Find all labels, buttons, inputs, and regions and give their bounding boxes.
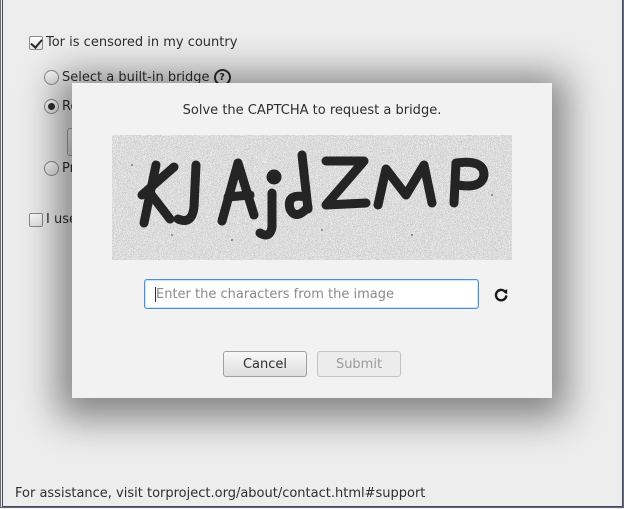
dialog-title: Solve the CAPTCHA to request a bridge. — [182, 103, 442, 118]
captcha-dialog: Solve the CAPTCHA to request a bridge. E… — [72, 83, 552, 398]
captcha-image — [112, 135, 512, 260]
captcha-input-field[interactable] — [144, 279, 479, 309]
captcha-input[interactable] — [145, 280, 478, 308]
cancel-button[interactable]: Cancel — [223, 351, 307, 377]
reload-icon[interactable] — [493, 287, 509, 303]
submit-button[interactable]: Submit — [317, 351, 401, 377]
text-caret — [155, 287, 156, 302]
